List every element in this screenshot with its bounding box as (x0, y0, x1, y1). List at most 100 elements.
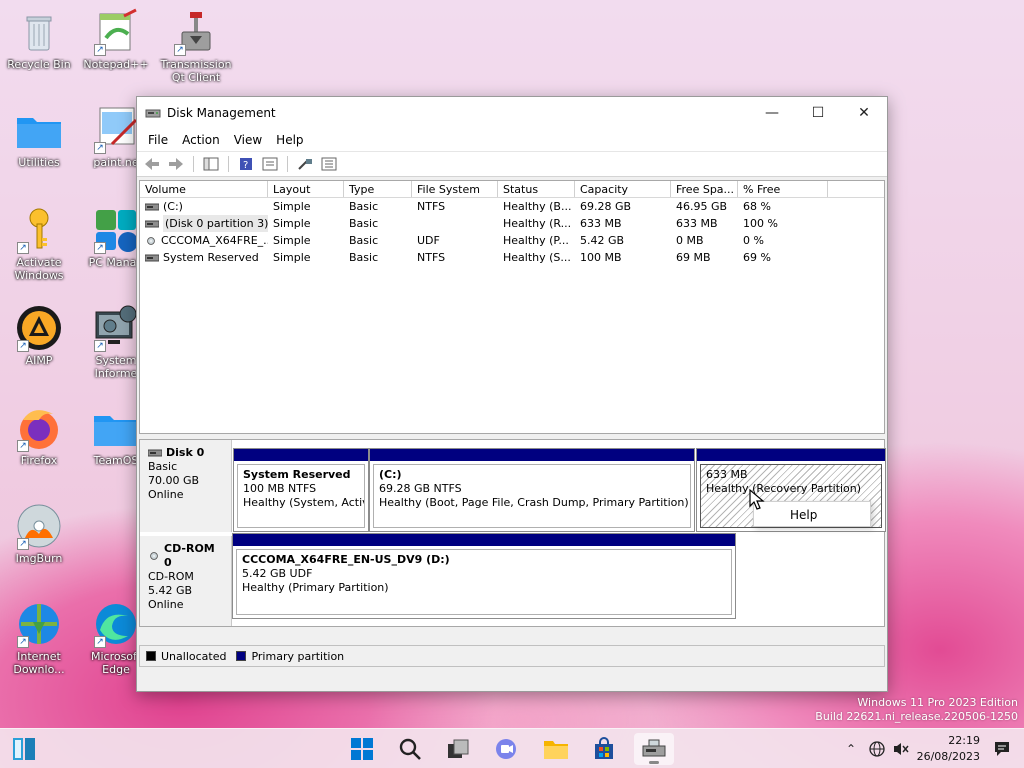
volume-row-c[interactable]: (C:) Simple Basic NTFS Healthy (B... 69.… (140, 198, 884, 215)
taskbar-clock[interactable]: 22:19 26/08/2023 (917, 733, 980, 765)
show-hidden-icons-chevron-icon[interactable]: ⌃ (842, 742, 860, 756)
file-system-cell: UDF (417, 234, 440, 247)
partition-cd-d[interactable]: CCCOMA_X64FRE_EN-US_DV9 (D:) 5.42 GB UDF… (232, 533, 736, 619)
settings-button[interactable] (318, 154, 340, 174)
notifications-button[interactable] (984, 733, 1020, 765)
partition-c[interactable]: (C:) 69.28 GB NTFS Healthy (Boot, Page F… (369, 448, 695, 532)
disk-state: Online (148, 488, 184, 501)
task-view-icon (448, 739, 469, 758)
layout-cell: Simple (273, 217, 311, 230)
windows-watermark: Windows 11 Pro 2023 Edition Build 22621.… (815, 696, 1018, 724)
desktop-icon-label: Recycle Bin (7, 58, 71, 71)
capacity-cell: 100 MB (580, 251, 622, 264)
desktop-icon-label: Firefox (20, 454, 58, 467)
title-bar[interactable]: Disk Management — ☐ ✕ (137, 97, 887, 129)
status-cell: Healthy (R... (503, 217, 572, 230)
volume-cell: System Reserved (140, 249, 268, 266)
desktop-icon-label: Utilities (18, 156, 60, 169)
microsoft-store-icon (595, 737, 613, 759)
menu-file[interactable]: File (141, 133, 175, 147)
disk-management-taskbar-button[interactable] (634, 733, 674, 765)
start-button[interactable] (342, 733, 382, 765)
desktop-icon-firefox[interactable]: ↗ Firefox (1, 404, 77, 467)
forward-arrow-icon (169, 158, 183, 170)
desktop-icon-notepadpp[interactable]: ↗ Notepad++ (78, 8, 154, 71)
column-header-layout[interactable]: Layout (268, 181, 344, 197)
status-cell: Healthy (B... (503, 200, 572, 213)
task-view-button[interactable] (438, 733, 478, 765)
disk-size: 70.00 GB (148, 474, 200, 487)
legend-label: Unallocated (161, 649, 227, 663)
legend-item-unallocated: Unallocated (146, 650, 226, 663)
connect-button[interactable] (294, 154, 316, 174)
column-header-file-system[interactable]: File System (412, 181, 498, 197)
maximize-button[interactable]: ☐ (795, 97, 841, 129)
volume-list-header: Volume Layout Type File System Status Ca… (140, 181, 884, 198)
context-menu-help[interactable]: Help (790, 508, 817, 522)
desktop-icon-transmission[interactable]: ↗ Transmission Qt Client (158, 8, 234, 84)
folder-icon (17, 118, 61, 148)
close-button[interactable]: ✕ (841, 97, 887, 129)
disk-name: CD-ROM 0 (164, 542, 215, 569)
menu-action[interactable]: Action (175, 133, 227, 147)
layout-cell: Simple (273, 251, 311, 264)
help-button[interactable]: ? (235, 154, 257, 174)
shortcut-arrow-icon: ↗ (17, 538, 29, 550)
context-menu: Help (753, 501, 871, 527)
percent-free-cell: 68 % (743, 200, 771, 213)
column-header-percent-free[interactable]: % Free (738, 181, 828, 197)
type-cell: Basic (349, 234, 379, 247)
disk-management-icon (642, 739, 666, 757)
properties-button[interactable] (259, 154, 281, 174)
toolbar-separator (228, 156, 229, 172)
capacity-cell: 633 MB (580, 217, 622, 230)
column-header-type[interactable]: Type (344, 181, 412, 197)
column-header-capacity[interactable]: Capacity (575, 181, 671, 197)
desktop-icon-activate[interactable]: ↗ Activate Windows (1, 206, 77, 282)
recycle-bin-icon (26, 16, 52, 51)
desktop-icon-imgburn[interactable]: ↗ ImgBurn (1, 502, 77, 565)
cd-drive-icon (147, 236, 155, 245)
system-tray: ⌃ (842, 729, 910, 768)
desktop-icon-recycle-bin[interactable]: Recycle Bin (1, 8, 77, 71)
column-header-volume[interactable]: Volume (140, 181, 268, 197)
layout-cell: Simple (273, 200, 311, 213)
watermark-edition: Windows 11 Pro 2023 Edition (857, 696, 1018, 709)
partition-name: (C:) (379, 468, 402, 481)
primary-partition-bar (370, 449, 694, 461)
language-globe-icon[interactable] (868, 740, 886, 758)
toolbar: ? (137, 151, 887, 177)
minimize-button[interactable]: — (749, 97, 795, 129)
teams-button[interactable] (486, 733, 526, 765)
volume-cell: (Disk 0 partition 3) (140, 215, 268, 232)
file-explorer-button[interactable] (536, 733, 576, 765)
search-icon (399, 738, 421, 760)
widgets-button[interactable] (4, 733, 44, 765)
volume-row-disk0-partition3[interactable]: (Disk 0 partition 3) Simple Basic Health… (140, 215, 884, 232)
volume-muted-icon[interactable] (892, 740, 910, 758)
menu-view[interactable]: View (227, 133, 269, 147)
disk-0-label[interactable]: Disk 0 Basic 70.00 GB Online (140, 440, 232, 532)
desktop-icon-utilities[interactable]: Utilities (1, 106, 77, 169)
partition-system-reserved[interactable]: System Reserved 100 MB NTFS Healthy (Sys… (233, 448, 369, 532)
volume-row-cd[interactable]: CCCOMA_X64FRE_... Simple Basic UDF Healt… (140, 232, 884, 249)
shortcut-arrow-icon: ↗ (17, 242, 29, 254)
menu-help[interactable]: Help (269, 133, 310, 147)
taskbar: ⌃ 22:19 26/08/2023 (0, 728, 1024, 768)
cdrom-0-label[interactable]: CD-ROM 0 CD-ROM 5.42 GB Online (140, 536, 232, 626)
forward-button[interactable] (165, 154, 187, 174)
column-header-free-space[interactable]: Free Spa... (671, 181, 738, 197)
primary-partition-bar (234, 449, 368, 461)
disk-type: Basic (148, 460, 178, 473)
column-header-status[interactable]: Status (498, 181, 575, 197)
search-button[interactable] (390, 733, 430, 765)
desktop-icon-label: AIMP (25, 354, 53, 367)
volume-row-system-reserved[interactable]: System Reserved Simple Basic NTFS Health… (140, 249, 884, 266)
show-hide-tree-button[interactable] (200, 154, 222, 174)
store-button[interactable] (584, 733, 624, 765)
desktop-icon-idm[interactable]: ↗ Internet Downlo... (1, 600, 77, 676)
layout-cell: Simple (273, 234, 311, 247)
status-cell: Healthy (S... (503, 251, 571, 264)
desktop-icon-aimp[interactable]: ↗ AIMP (1, 304, 77, 367)
back-button[interactable] (141, 154, 163, 174)
